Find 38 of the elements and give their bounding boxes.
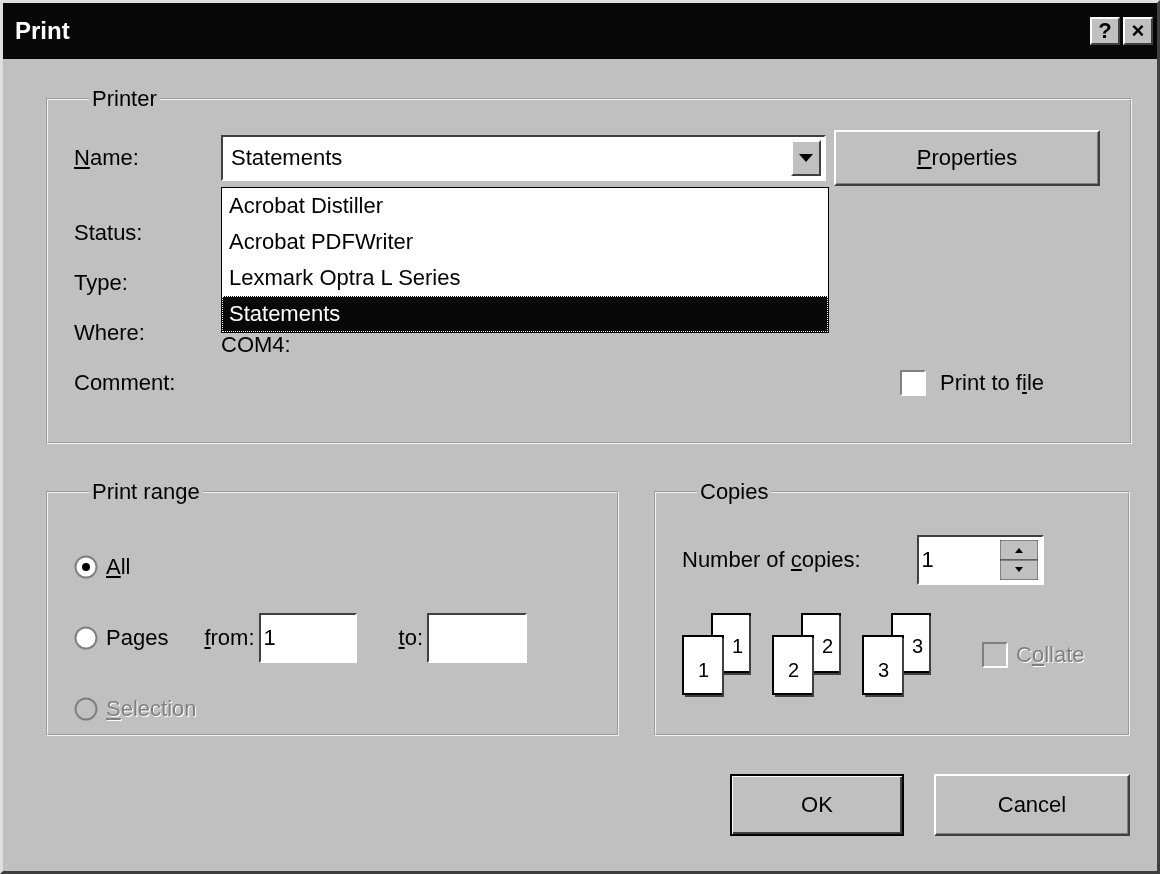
info-value: COM4: [221,332,291,358]
group-label: Printer [91,86,158,112]
printer-option[interactable]: Acrobat Distiller [222,188,828,224]
collated-pages-drawing: 3 3 [862,613,948,697]
collated-pages-drawing: 1 1 [682,613,768,697]
checkbox-label: Print to file [940,370,1044,396]
info-label: Type: [74,270,129,296]
copies-label: Number of copies: [682,547,861,573]
collated-pages-drawing: 2 2 [772,613,858,697]
checkbox-label: Collate [1016,642,1085,668]
checkbox[interactable] [900,370,927,396]
printer-option[interactable]: Lexmark Optra L Series [222,260,828,296]
printer-option[interactable]: Acrobat PDFWriter [222,224,828,260]
printer-option[interactable]: Statements [222,296,828,332]
to-label: to: [398,624,423,651]
from-label: from: [204,624,255,651]
help-button[interactable]: ? [1090,17,1120,45]
name-label: Name: [74,145,140,171]
ok-button[interactable]: OK [730,774,904,836]
radio-label: All [106,553,131,580]
window-title: Print [15,17,71,45]
radio-label: Pages [106,624,169,651]
printer-dropdown[interactable]: Statements [221,135,826,181]
group-label: Print range [91,479,201,505]
to-field[interactable] [427,612,527,663]
info-label: Status: [74,220,144,246]
group-label: Copies [699,479,770,505]
radio-button[interactable] [74,554,98,579]
from-field[interactable]: 1 [258,612,357,663]
cancel-button[interactable]: Cancel [934,774,1130,836]
properties-button[interactable]: Properties [834,130,1100,186]
copies-spinner[interactable]: 1 [916,535,1044,585]
radio-button[interactable] [74,625,98,650]
info-label: Comment: [74,370,177,396]
close-button[interactable]: × [1123,17,1153,45]
info-label: Where: [74,320,146,346]
spin-arrows-icon[interactable] [999,540,1038,580]
radio-label: Selection [106,695,197,722]
